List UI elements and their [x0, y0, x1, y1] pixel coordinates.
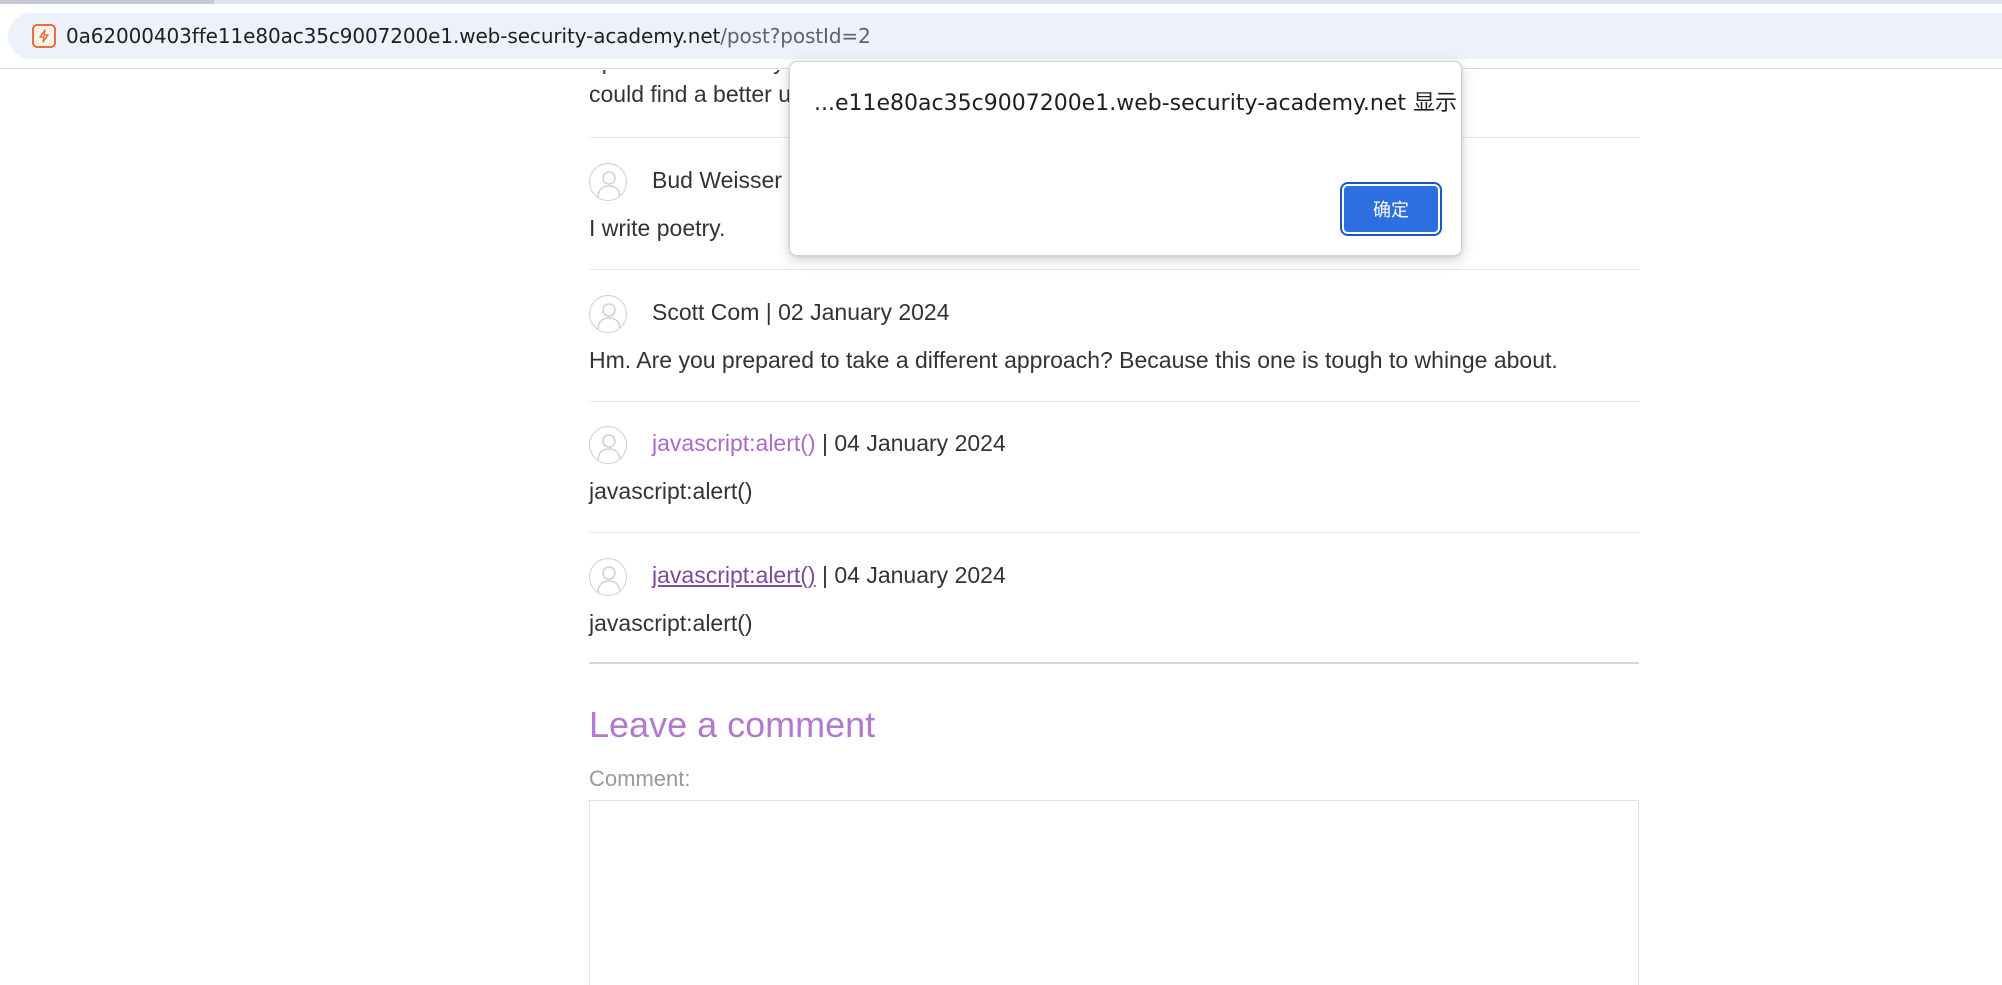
comment-meta: Scott Com | 02 January 2024 — [652, 297, 950, 327]
user-avatar-icon — [589, 558, 627, 596]
url-path: /post?postId=2 — [720, 24, 871, 48]
comment-text: javascript:alert() — [589, 610, 753, 636]
comment-text: Hm. Are you prepared to take a different… — [589, 347, 1558, 373]
alert-ok-button[interactable]: 确定 — [1340, 182, 1442, 236]
meta-separator: | — [815, 562, 835, 588]
comment-divider — [589, 532, 1639, 533]
comment-divider — [589, 269, 1639, 270]
comment-author: Bud Weisser — [652, 167, 782, 193]
alert-dialog: ...e11e80ac35c9007200e1.web-security-aca… — [789, 61, 1462, 256]
comment-item: javascript:alert() | 04 January 2024 jav… — [589, 558, 1639, 688]
comment-text: javascript:alert() — [589, 478, 753, 504]
meta-separator: | — [759, 299, 779, 325]
comment-author-link[interactable]: javascript:alert() — [652, 562, 816, 588]
user-avatar-icon — [589, 163, 627, 201]
lab-favicon-icon[interactable] — [32, 24, 56, 48]
comments-section-divider — [589, 662, 1639, 664]
comment-meta: javascript:alert() | 04 January 2024 — [652, 428, 1006, 458]
meta-separator: | — [815, 430, 835, 456]
url-host: 0a62000403ffe11e80ac35c9007200e1.web-sec… — [66, 24, 721, 48]
comment-date: 04 January 2024 — [834, 430, 1006, 456]
comment-divider — [589, 401, 1639, 402]
user-avatar-icon — [589, 426, 627, 464]
comment-textarea[interactable] — [589, 800, 1639, 985]
comment-item: javascript:alert() | 04 January 2024 jav… — [589, 426, 1639, 556]
comment-meta: Bud Weisser — [652, 165, 782, 195]
address-bar[interactable]: 0a62000403ffe11e80ac35c9007200e1.web-sec… — [8, 13, 2002, 59]
comment-author: Scott Com — [652, 299, 760, 325]
browser-toolbar: 0a62000403ffe11e80ac35c9007200e1.web-sec… — [0, 0, 2002, 69]
leave-comment-heading: Leave a comment — [589, 704, 876, 745]
active-tab[interactable] — [0, 0, 214, 4]
comment-date: 04 January 2024 — [834, 562, 1006, 588]
alert-message: ...e11e80ac35c9007200e1.web-security-aca… — [814, 91, 1457, 116]
comment-meta: javascript:alert() | 04 January 2024 — [652, 560, 1006, 590]
tab-strip — [0, 0, 2002, 4]
comment-date: 02 January 2024 — [778, 299, 950, 325]
comment-text: I write poetry. — [589, 215, 726, 241]
comment-field-label: Comment: — [589, 766, 691, 791]
user-avatar-icon — [589, 295, 627, 333]
comment-item: Scott Com | 02 January 2024 Hm. Are you … — [589, 295, 1639, 425]
comment-author-link[interactable]: javascript:alert() — [652, 430, 816, 456]
url-text[interactable]: 0a62000403ffe11e80ac35c9007200e1.web-sec… — [66, 24, 871, 48]
